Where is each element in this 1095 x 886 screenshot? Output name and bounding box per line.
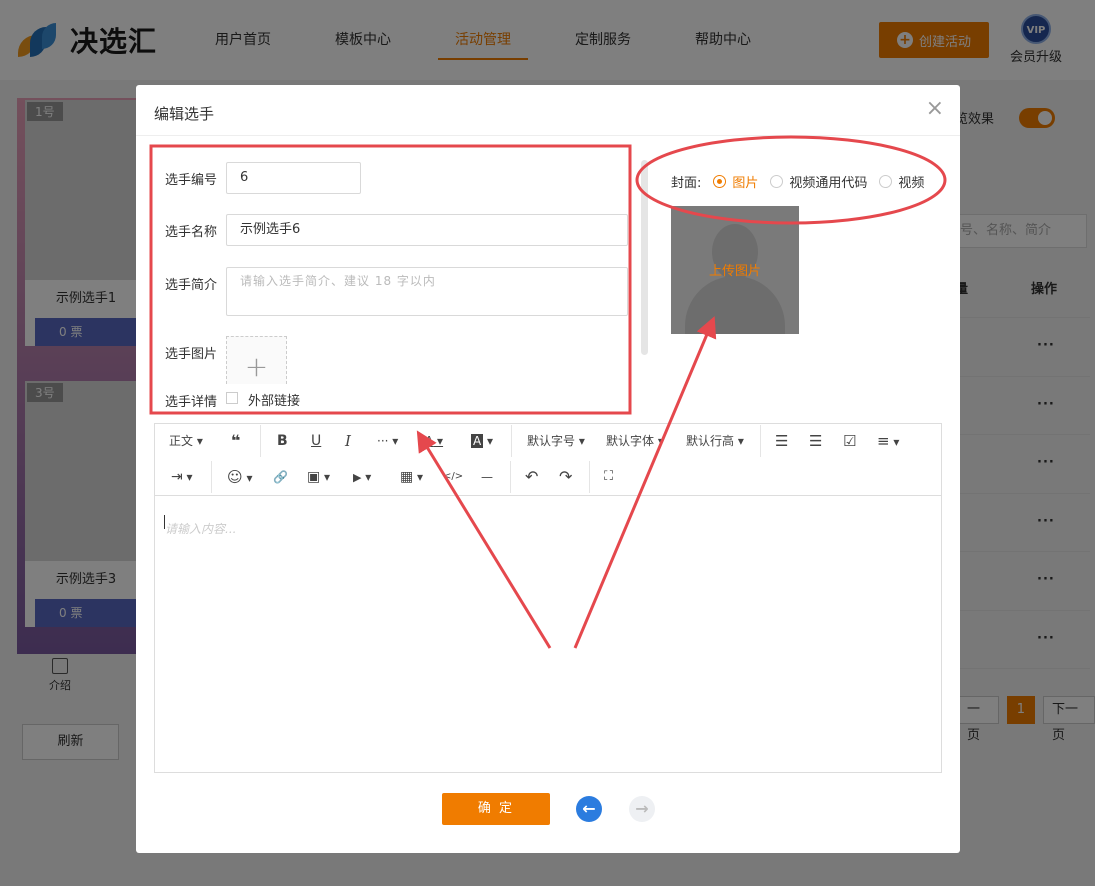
image-upload-button[interactable]: + <box>226 336 287 384</box>
indent-dropdown[interactable]: ⇥ ▾ <box>171 461 193 493</box>
video-icon: ▶ <box>353 471 362 484</box>
cover-image-radio[interactable] <box>713 175 727 188</box>
cover-image-option[interactable]: 图片 <box>732 172 758 191</box>
confirm-button[interactable]: 确 定 <box>442 793 550 825</box>
toolbar-divider <box>211 461 212 493</box>
emoji-dropdown[interactable]: ☺ ▾ <box>227 461 252 493</box>
contestant-intro-textarea[interactable]: 请输入选手简介、建议 18 字以内 <box>226 267 628 316</box>
video-dropdown[interactable]: ▶ ▾ <box>353 461 371 493</box>
font-color-icon: A <box>425 434 434 448</box>
cover-video-radio[interactable] <box>879 175 893 188</box>
toolbar-divider <box>589 461 590 493</box>
emoji-icon: ☺ <box>227 468 243 486</box>
bullet-list-icon[interactable]: ☰ <box>775 425 788 457</box>
contestant-number-input[interactable]: 6 <box>226 162 361 194</box>
upload-image-label: 上传图片 <box>708 264 761 279</box>
numbered-list-icon[interactable]: ☰ <box>809 425 822 457</box>
font-family-label: 默认字体 <box>606 434 655 448</box>
todo-icon[interactable]: ☑ <box>843 425 856 457</box>
undo-icon[interactable]: ↶ <box>525 461 538 493</box>
cover-label: 封面: <box>671 176 702 191</box>
background-color-icon: A <box>471 434 484 448</box>
cover-type-selector: 封面: 图片 视频通用代码 视频 <box>671 172 924 191</box>
divider-icon[interactable]: — <box>481 461 493 493</box>
editor-placeholder[interactable]: 请输入内容... <box>165 520 236 537</box>
quote-icon[interactable]: ❝ <box>231 425 240 457</box>
close-icon[interactable]: × <box>926 98 944 120</box>
cover-image-upload[interactable]: 上传图片 <box>671 206 799 334</box>
align-dropdown[interactable]: ≡ ▾ <box>877 425 899 457</box>
external-link-checkbox[interactable] <box>226 392 238 404</box>
avatar-placeholder-body <box>685 276 785 334</box>
toolbar-divider <box>260 425 261 457</box>
cover-video-code-option[interactable]: 视频通用代码 <box>789 172 867 191</box>
background-color-dropdown[interactable]: A ▾ <box>471 425 493 457</box>
contestant-name-input[interactable]: 示例选手6 <box>226 214 628 246</box>
line-height-label: 默认行高 <box>686 434 735 448</box>
align-icon: ≡ <box>877 432 890 450</box>
font-size-dropdown[interactable]: 默认字号 ▾ <box>527 425 585 457</box>
table-icon: ▦ <box>400 469 414 485</box>
dialog-title: 编辑选手 <box>154 105 215 123</box>
edit-contestant-dialog: 编辑选手 × 选手编号 6 选手名称 示例选手6 选手简介 请输入选手简介、建议… <box>136 85 960 853</box>
toolbar-divider <box>511 425 512 457</box>
paragraph-dropdown[interactable]: 正文 ▾ <box>169 425 203 457</box>
paragraph-label: 正文 <box>169 434 194 448</box>
rich-text-editor: 正文 ▾ ❝ B U I ··· ▾ A ▾ A ▾ 默认字号 ▾ 默认字体 ▾… <box>154 423 942 773</box>
number-label: 选手编号 <box>165 173 218 188</box>
toolbar-divider <box>510 461 511 493</box>
image-dropdown[interactable]: ▣ ▾ <box>307 461 330 493</box>
image-label: 选手图片 <box>165 347 218 362</box>
redo-icon[interactable]: ↷ <box>559 461 572 493</box>
font-color-dropdown[interactable]: A ▾ <box>425 425 443 457</box>
form-scrollbar[interactable] <box>641 160 648 355</box>
cover-video-code-radio[interactable] <box>770 175 784 188</box>
fullscreen-icon[interactable]: ⛶ <box>604 461 613 493</box>
name-label: 选手名称 <box>165 225 218 240</box>
more-styles-icon: ··· <box>377 434 389 448</box>
line-height-dropdown[interactable]: 默认行高 ▾ <box>686 425 744 457</box>
italic-icon[interactable]: I <box>345 425 351 457</box>
image-icon: ▣ <box>307 469 321 485</box>
table-dropdown[interactable]: ▦ ▾ <box>400 461 423 493</box>
cover-video-option[interactable]: 视频 <box>898 172 924 191</box>
more-styles-dropdown[interactable]: ··· ▾ <box>377 425 398 457</box>
indent-icon: ⇥ <box>171 469 183 485</box>
detail-label: 选手详情 <box>165 395 218 410</box>
editor-toolbar: 正文 ▾ ❝ B U I ··· ▾ A ▾ A ▾ 默认字号 ▾ 默认字体 ▾… <box>155 424 941 496</box>
code-icon[interactable]: </> <box>443 461 463 493</box>
dialog-divider <box>136 135 960 136</box>
bold-icon[interactable]: B <box>277 425 288 457</box>
toolbar-divider <box>760 425 761 457</box>
intro-label: 选手简介 <box>165 278 218 293</box>
next-contestant-arrow-icon[interactable]: → <box>629 796 655 822</box>
underline-icon[interactable]: U <box>311 425 321 457</box>
font-size-label: 默认字号 <box>527 434 576 448</box>
external-link-label: 外部链接 <box>248 394 301 409</box>
previous-contestant-arrow-icon[interactable]: ← <box>576 796 602 822</box>
link-icon[interactable]: 🔗 <box>273 461 288 493</box>
font-family-dropdown[interactable]: 默认字体 ▾ <box>606 425 664 457</box>
